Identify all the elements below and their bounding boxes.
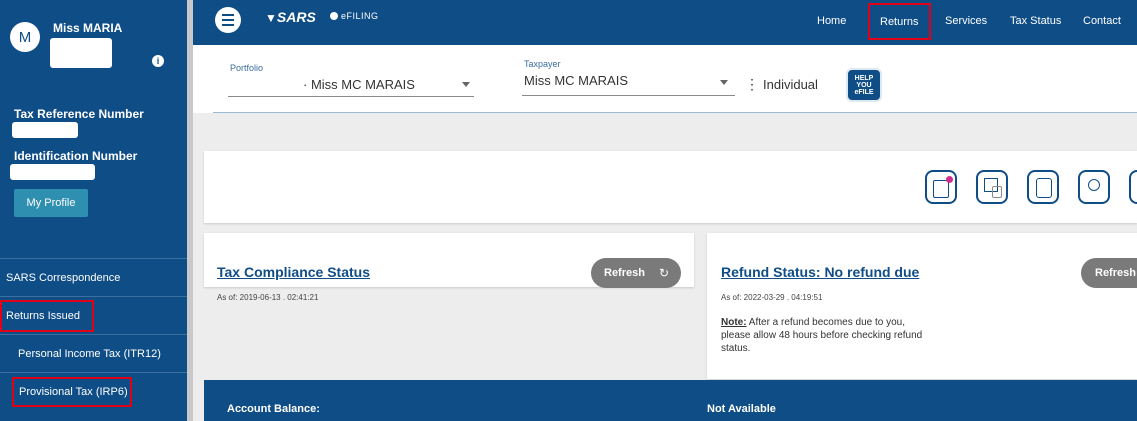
refresh-icon: ↻ bbox=[658, 266, 670, 280]
sidebar-item-personal-income-tax[interactable]: Personal Income Tax (ITR12) bbox=[0, 334, 187, 372]
refresh-label: Refresh bbox=[604, 267, 645, 279]
efiling-text: eFILING bbox=[341, 11, 379, 21]
refresh-label: Refresh bbox=[1095, 267, 1136, 279]
account-balance-label: Account Balance: bbox=[227, 403, 320, 415]
user-name: Miss MARIA bbox=[53, 21, 123, 35]
efiling-logo: eFILING bbox=[330, 11, 379, 21]
sidebar: M Miss MARIA i Tax Reference Number Iden… bbox=[0, 0, 187, 421]
top-navigation: ▼SARS eFILING Home Returns Services Tax … bbox=[193, 0, 1137, 45]
refund-status-card bbox=[707, 233, 1137, 379]
brand-name: SARS bbox=[276, 9, 316, 25]
sidebar-item-label: SARS Correspondence bbox=[6, 271, 121, 284]
compliance-refresh-button[interactable]: Refresh ↻ bbox=[591, 258, 681, 288]
taxbar-divider bbox=[213, 112, 1137, 113]
user-search-icon[interactable] bbox=[1078, 170, 1110, 204]
nav-contact[interactable]: Contact bbox=[1083, 15, 1121, 27]
calculator-icon[interactable] bbox=[925, 170, 957, 204]
sidebar-item-provisional-tax[interactable]: Provisional Tax (IRP6) bbox=[0, 372, 187, 410]
account-balance-status: Not Available bbox=[707, 403, 776, 415]
tablet-icon[interactable] bbox=[1027, 170, 1059, 204]
document-map-icon[interactable] bbox=[976, 170, 1008, 204]
avatar[interactable]: M bbox=[10, 22, 40, 52]
sidebar-item-label: Personal Income Tax (ITR12) bbox=[18, 347, 161, 360]
nav-returns[interactable]: Returns bbox=[868, 3, 931, 40]
identification-label: Identification Number bbox=[14, 149, 138, 163]
portfolio-value: · Miss MC MARAIS bbox=[303, 77, 415, 92]
my-profile-button[interactable]: My Profile bbox=[14, 189, 88, 217]
taxpayer-value: Miss MC MARAIS bbox=[524, 73, 628, 88]
chevron-down-icon bbox=[720, 80, 728, 85]
refund-status-date: As of: 2022-03-29 . 04:19:51 bbox=[721, 293, 823, 302]
nav-tax-status[interactable]: Tax Status bbox=[1010, 15, 1061, 27]
redacted-tax-reference bbox=[12, 122, 78, 138]
tax-reference-label: Tax Reference Number bbox=[14, 107, 144, 121]
nav-services[interactable]: Services bbox=[945, 15, 987, 27]
taxpayer-select[interactable]: Miss MC MARAIS bbox=[522, 70, 735, 96]
tax-compliance-title[interactable]: Tax Compliance Status bbox=[217, 264, 370, 280]
redacted-field bbox=[50, 38, 112, 68]
refund-note: Note: After a refund becomes due to you,… bbox=[721, 316, 936, 355]
help-badge-text: HELP YOU eFILE bbox=[854, 74, 874, 96]
refund-status-title[interactable]: Refund Status: No refund due bbox=[721, 264, 919, 280]
portfolio-select[interactable]: · Miss MC MARAIS bbox=[228, 70, 474, 97]
sidebar-item-sars-correspondence[interactable]: SARS Correspondence bbox=[0, 258, 187, 296]
redacted-identification bbox=[10, 164, 95, 180]
info-icon[interactable]: i bbox=[152, 55, 164, 67]
nav-returns-label: Returns bbox=[868, 3, 931, 40]
extra-tool-icon[interactable] bbox=[1129, 170, 1137, 204]
entity-type: Individual bbox=[763, 77, 818, 92]
refund-refresh-button[interactable]: Refresh bbox=[1081, 258, 1137, 288]
chevron-down-icon bbox=[462, 82, 470, 87]
nav-home[interactable]: Home bbox=[817, 15, 846, 27]
note-label: Note: bbox=[721, 317, 747, 328]
hamburger-menu-icon[interactable] bbox=[215, 7, 241, 33]
tax-compliance-date: As of: 2019-06-13 . 02:41:21 bbox=[217, 293, 319, 302]
help-you-efile-icon[interactable]: HELP YOU eFILE bbox=[846, 68, 882, 102]
note-text: After a refund becomes due to you, pleas… bbox=[721, 317, 923, 354]
account-balance-bar bbox=[204, 380, 1137, 421]
taxpayer-label: Taxpayer bbox=[524, 59, 561, 69]
sidebar-item-label: Returns Issued bbox=[0, 299, 94, 332]
sidebar-item-label: Provisional Tax (IRP6) bbox=[12, 376, 132, 407]
sidebar-item-returns-issued[interactable]: Returns Issued bbox=[0, 296, 187, 334]
more-options-icon[interactable]: ⋮ bbox=[745, 76, 759, 93]
sars-logo[interactable]: ▼SARS bbox=[265, 9, 316, 25]
